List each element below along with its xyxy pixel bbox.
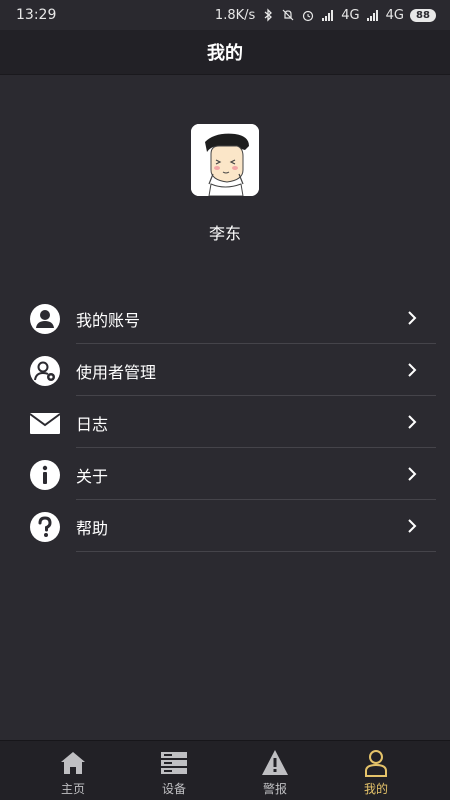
warning-icon [262, 750, 288, 775]
home-icon [61, 752, 85, 774]
screen: 13:29 1.8K/s 4G 4G 88 我的 李东 我的账号 使用者管理 日… [0, 0, 450, 800]
chevron-right-icon [408, 311, 417, 325]
tab-label: 主页 [60, 782, 85, 796]
help-icon [30, 512, 60, 542]
menu-item-help[interactable]: 帮助 [0, 500, 450, 552]
status-bar: 13:29 1.8K/s 4G 4G 88 [0, 0, 450, 30]
menu-item-label: 使用者管理 [76, 363, 157, 382]
bluetooth-icon [264, 8, 273, 22]
status-icons: 1.8K/s 4G 4G 88 [215, 8, 436, 23]
avatar[interactable] [191, 124, 259, 196]
chevron-right-icon [408, 467, 417, 481]
tab-label: 警报 [262, 782, 287, 796]
page-title: 我的 [207, 43, 243, 64]
person-circle-icon [30, 304, 60, 334]
tab-home[interactable]: 主页 [17, 741, 129, 800]
menu-item-my-account[interactable]: 我的账号 [0, 292, 450, 344]
devices-icon [161, 752, 187, 774]
signal-icon [366, 10, 378, 21]
tab-label: 设备 [161, 782, 186, 796]
status-time: 13:29 [16, 7, 57, 23]
signal-hd-icon [322, 10, 334, 21]
battery-indicator: 88 [410, 8, 436, 22]
network-type-2: 4G [385, 7, 404, 23]
chevron-right-icon [408, 415, 417, 429]
chevron-right-icon [408, 363, 417, 377]
menu-item-user-management[interactable]: 使用者管理 [0, 344, 450, 396]
tab-label: 我的 [363, 782, 388, 796]
menu-item-label: 我的账号 [76, 311, 141, 330]
person-outline-icon [365, 750, 387, 777]
network-type-1: 4G [341, 7, 360, 23]
menu-item-label: 关于 [76, 467, 109, 486]
nav-bar: 我的 [0, 30, 450, 75]
settings-menu: 我的账号 使用者管理 日志 关于 帮助 [0, 292, 450, 552]
user-settings-icon [30, 356, 60, 386]
menu-item-label: 日志 [76, 415, 109, 434]
tab-devices[interactable]: 设备 [118, 741, 230, 800]
tab-mine[interactable]: 我的 [320, 741, 432, 800]
menu-item-log[interactable]: 日志 [0, 396, 450, 448]
info-icon [30, 460, 60, 490]
divider [76, 551, 436, 552]
menu-item-about[interactable]: 关于 [0, 448, 450, 500]
menu-item-label: 帮助 [76, 519, 109, 538]
tab-alerts[interactable]: 警报 [219, 741, 331, 800]
mute-icon [282, 9, 294, 21]
tab-bar: 主页 设备 警报 我的 [0, 740, 450, 800]
network-speed: 1.8K/s [214, 7, 256, 23]
chevron-right-icon [408, 519, 417, 533]
mail-icon [29, 413, 61, 434]
alarm-icon [303, 10, 314, 22]
avatar-image [191, 124, 259, 196]
user-name: 李东 [208, 224, 241, 243]
